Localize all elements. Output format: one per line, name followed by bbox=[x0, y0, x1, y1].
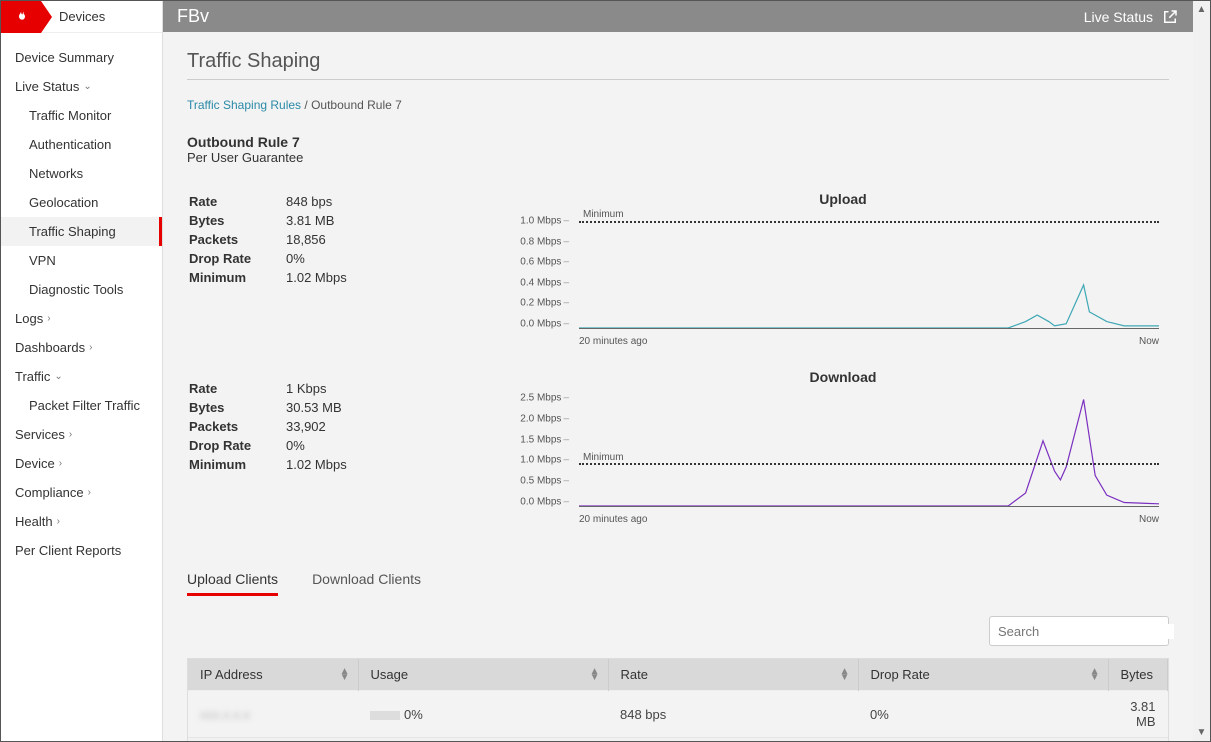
nav-dashboards[interactable]: Dashboards› bbox=[1, 333, 162, 362]
external-link-icon bbox=[1161, 8, 1179, 26]
client-tabs: Upload Clients Download Clients bbox=[187, 571, 1169, 596]
clients-table: IP Address▲▼ Usage▲▼ Rate▲▼ Drop Rate▲▼ … bbox=[187, 658, 1169, 741]
scroll-up-icon[interactable]: ▲ bbox=[1193, 1, 1210, 18]
sidebar-header: Devices bbox=[1, 1, 162, 33]
nav-health[interactable]: Health› bbox=[1, 507, 162, 536]
nav-networks[interactable]: Networks bbox=[1, 159, 162, 188]
chevron-down-icon: ⌄ bbox=[83, 81, 91, 92]
col-usage[interactable]: Usage▲▼ bbox=[358, 659, 608, 691]
nav-vpn[interactable]: VPN bbox=[1, 246, 162, 275]
usage-bar bbox=[370, 711, 400, 720]
nav-device[interactable]: Device› bbox=[1, 449, 162, 478]
topbar-title: FBv bbox=[177, 6, 1084, 27]
upload-stats: Rate848 bps Bytes3.81 MB Packets18,856 D… bbox=[187, 191, 487, 288]
upload-chart: 0.0 Mbps0.2 Mbps0.4 Mbps0.6 Mbps0.8 Mbps… bbox=[517, 211, 1169, 351]
sort-icon[interactable]: ▲▼ bbox=[840, 669, 850, 681]
breadcrumb: Traffic Shaping Rules / Outbound Rule 7 bbox=[187, 98, 1169, 112]
download-stats: Rate1 Kbps Bytes30.53 MB Packets33,902 D… bbox=[187, 378, 487, 475]
nav-traffic-shaping[interactable]: Traffic Shaping bbox=[1, 217, 162, 246]
chevron-right-icon: › bbox=[57, 516, 60, 527]
rule-name: Outbound Rule 7 bbox=[187, 134, 300, 150]
chevron-right-icon: › bbox=[89, 342, 92, 353]
brand-flame-icon[interactable] bbox=[1, 1, 41, 33]
col-drop-rate[interactable]: Drop Rate▲▼ bbox=[858, 659, 1108, 691]
content: Traffic Shaping Traffic Shaping Rules / … bbox=[163, 32, 1193, 741]
nav-packet-filter-traffic[interactable]: Packet Filter Traffic bbox=[1, 391, 162, 420]
scroll-down-icon[interactable]: ▼ bbox=[1193, 724, 1210, 741]
page-v-scrollbar[interactable]: ▲ ▼ bbox=[1193, 1, 1210, 741]
live-status-link[interactable]: Live Status bbox=[1084, 8, 1179, 26]
nav-traffic-monitor[interactable]: Traffic Monitor bbox=[1, 101, 162, 130]
sort-icon[interactable]: ▲▼ bbox=[590, 669, 600, 681]
download-chart-title: Download bbox=[517, 369, 1169, 385]
nav: Device Summary Live Status⌄ Traffic Moni… bbox=[1, 33, 162, 565]
rule-type: Per User Guarantee bbox=[187, 150, 303, 165]
nav-device-summary[interactable]: Device Summary bbox=[1, 43, 162, 72]
table-row[interactable]: xxx.x.x.x 0% 848 bps 0% 3.81 MB bbox=[188, 691, 1168, 738]
nav-live-status[interactable]: Live Status⌄ bbox=[1, 72, 162, 101]
download-chart: 0.0 Mbps0.5 Mbps1.0 Mbps1.5 Mbps2.0 Mbps… bbox=[517, 389, 1169, 529]
nav-services[interactable]: Services› bbox=[1, 420, 162, 449]
topbar: FBv Live Status bbox=[163, 1, 1193, 32]
chevron-down-icon: ⌄ bbox=[54, 371, 62, 382]
chevron-right-icon: › bbox=[59, 458, 62, 469]
sort-icon[interactable]: ▲▼ bbox=[1090, 669, 1100, 681]
nav-geolocation[interactable]: Geolocation bbox=[1, 188, 162, 217]
nav-logs[interactable]: Logs› bbox=[1, 304, 162, 333]
breadcrumb-current: Outbound Rule 7 bbox=[311, 98, 402, 112]
charts: Upload 0.0 Mbps0.2 Mbps0.4 Mbps0.6 Mbps0… bbox=[517, 191, 1169, 547]
tab-download-clients[interactable]: Download Clients bbox=[312, 571, 421, 596]
col-ip[interactable]: IP Address▲▼ bbox=[188, 659, 358, 691]
table-h-scrollbar[interactable]: ◄ ► bbox=[188, 737, 1168, 741]
nav-per-client-reports[interactable]: Per Client Reports bbox=[1, 536, 162, 565]
rule-header: Outbound Rule 7 Per User Guarantee bbox=[187, 134, 1169, 165]
nav-traffic[interactable]: Traffic⌄ bbox=[1, 362, 162, 391]
search-input[interactable] bbox=[998, 624, 1174, 639]
col-rate[interactable]: Rate▲▼ bbox=[608, 659, 858, 691]
chevron-right-icon: › bbox=[69, 429, 72, 440]
upload-chart-title: Upload bbox=[517, 191, 1169, 207]
breadcrumb-link[interactable]: Traffic Shaping Rules bbox=[187, 98, 301, 112]
chevron-right-icon: › bbox=[47, 313, 50, 324]
sort-icon[interactable]: ▲▼ bbox=[340, 669, 350, 681]
nav-authentication[interactable]: Authentication bbox=[1, 130, 162, 159]
search-box[interactable] bbox=[989, 616, 1169, 646]
main: FBv Live Status Traffic Shaping Traffic … bbox=[163, 1, 1193, 741]
tab-upload-clients[interactable]: Upload Clients bbox=[187, 571, 278, 596]
col-bytes[interactable]: Bytes bbox=[1108, 659, 1168, 691]
chevron-right-icon: › bbox=[88, 487, 91, 498]
nav-compliance[interactable]: Compliance› bbox=[1, 478, 162, 507]
nav-diagnostic-tools[interactable]: Diagnostic Tools bbox=[1, 275, 162, 304]
page-title: Traffic Shaping bbox=[187, 50, 1169, 80]
sidebar-title: Devices bbox=[59, 9, 105, 24]
sidebar: Devices Device Summary Live Status⌄ Traf… bbox=[1, 1, 163, 741]
